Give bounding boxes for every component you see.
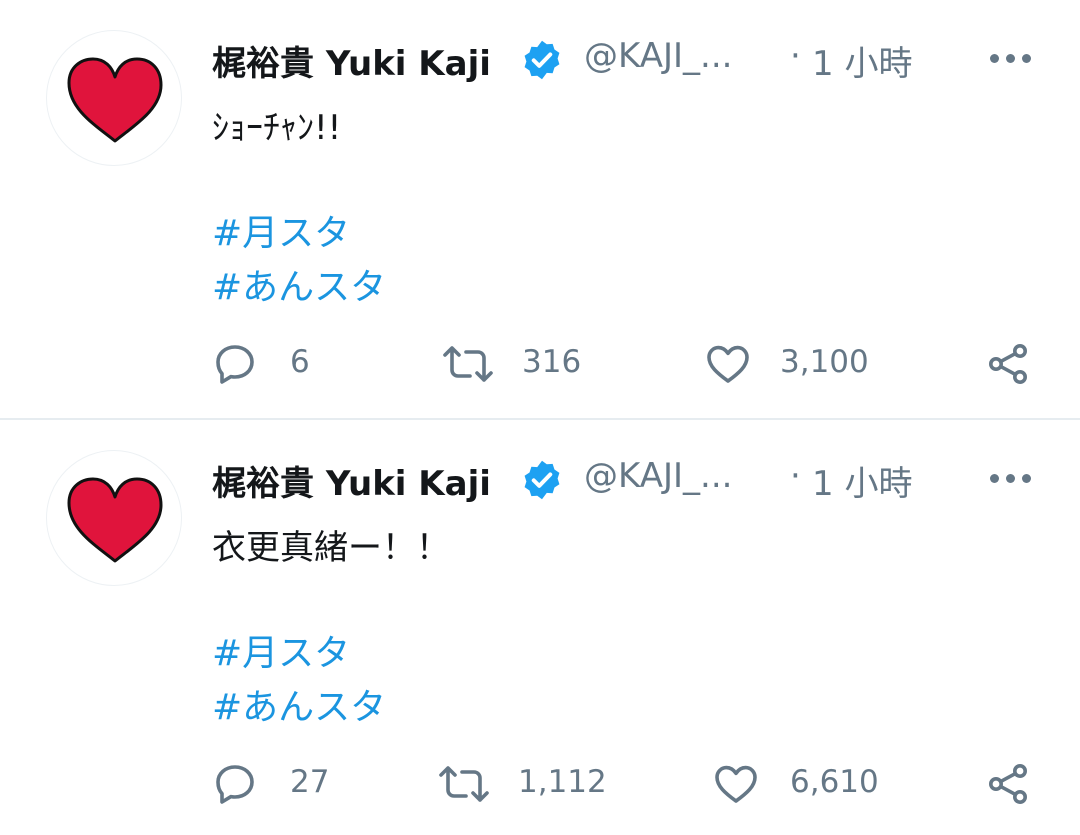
heart-avatar-icon <box>67 57 163 143</box>
retweet-icon <box>439 766 489 802</box>
like-icon <box>715 765 757 803</box>
reply-icon <box>216 345 254 384</box>
like-icon <box>707 345 749 383</box>
retweet-count: 1,112 <box>518 764 607 800</box>
retweet-button[interactable]: 316 <box>442 340 602 390</box>
retweet-button[interactable]: 1,112 <box>438 760 628 810</box>
avatar[interactable] <box>46 450 182 586</box>
tweet[interactable]: 梶裕貴 Yuki Kaji @KAJI_... · 1 小時 ｼｮｰﾁｬﾝ!! … <box>0 0 1080 418</box>
hashtag-link[interactable]: #月スタ <box>212 204 350 256</box>
share-button[interactable] <box>984 340 1040 390</box>
tweet-text: ｼｮｰﾁｬﾝ!! <box>212 108 342 148</box>
timestamp[interactable]: 1 小時 <box>812 456 912 505</box>
handle[interactable]: @KAJI_... <box>584 456 732 496</box>
tweet-text: 衣更真緒ー！！ <box>212 528 450 568</box>
reply-button[interactable]: 6 <box>212 340 332 390</box>
hashtag-link[interactable]: #月スタ <box>212 624 350 676</box>
share-icon <box>989 764 1027 804</box>
tweet-actions: 27 1,112 6,610 <box>212 760 1042 810</box>
reply-count: 27 <box>290 764 330 800</box>
reply-count: 6 <box>290 344 310 380</box>
like-count: 3,100 <box>780 344 869 380</box>
timestamp[interactable]: 1 小時 <box>812 36 912 85</box>
share-icon <box>989 344 1027 384</box>
like-button[interactable]: 3,100 <box>704 340 884 390</box>
separator: · <box>790 36 801 76</box>
display-name[interactable]: 梶裕貴 Yuki Kaji <box>212 36 491 85</box>
avatar[interactable] <box>46 30 182 166</box>
tweet-header: 梶裕貴 Yuki Kaji @KAJI_... · 1 小時 <box>212 32 1032 85</box>
retweet-count: 316 <box>522 344 582 380</box>
share-button[interactable] <box>984 760 1040 810</box>
more-icon[interactable] <box>990 54 1032 64</box>
more-icon[interactable] <box>990 474 1032 484</box>
tweet-header: 梶裕貴 Yuki Kaji @KAJI_... · 1 小時 <box>212 452 1032 505</box>
handle[interactable]: @KAJI_... <box>584 36 732 76</box>
hashtag-link[interactable]: #あんスタ <box>212 678 386 730</box>
tweet-actions: 6 316 3,100 <box>212 340 1042 390</box>
like-count: 6,610 <box>790 764 879 800</box>
reply-button[interactable]: 27 <box>212 760 342 810</box>
verified-badge-icon <box>520 458 564 506</box>
heart-avatar-icon <box>67 477 163 563</box>
reply-icon <box>216 765 254 804</box>
like-button[interactable]: 6,610 <box>712 760 892 810</box>
separator: · <box>790 456 801 496</box>
hashtag-link[interactable]: #あんスタ <box>212 258 386 310</box>
tweet[interactable]: 梶裕貴 Yuki Kaji @KAJI_... · 1 小時 衣更真緒ー！！ #… <box>0 420 1080 835</box>
display-name[interactable]: 梶裕貴 Yuki Kaji <box>212 456 491 505</box>
retweet-icon <box>443 346 493 382</box>
verified-badge-icon <box>520 38 564 86</box>
